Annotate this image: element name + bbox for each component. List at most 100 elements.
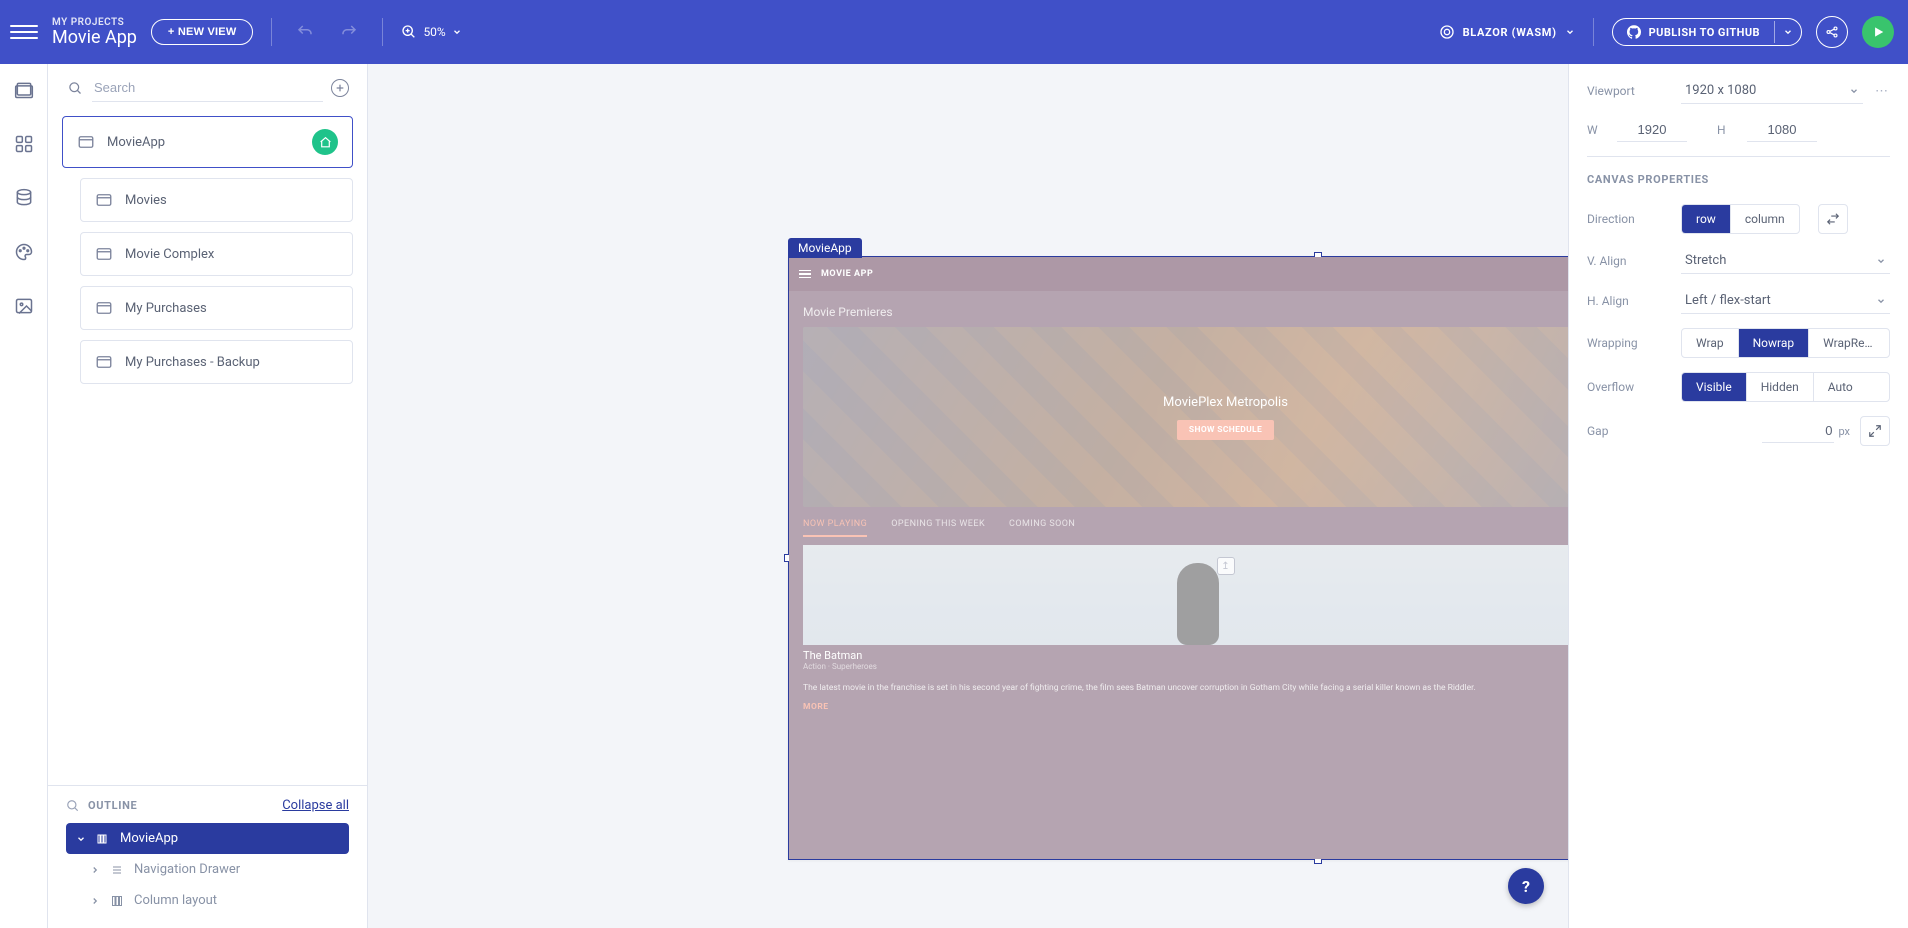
- drawer-icon: [110, 863, 124, 877]
- preview-tab-week: OPENING THIS WEEK: [891, 519, 985, 537]
- outline-node-root[interactable]: MovieApp: [66, 823, 349, 854]
- design-canvas[interactable]: MovieApp MOVIE APP ⌕ ♡ ☺: [368, 64, 1568, 928]
- preview-movie-image: [803, 545, 1568, 645]
- main-menu-button[interactable]: [10, 18, 38, 46]
- preview-content: MOVIE APP ⌕ ♡ ☺ Movie Premieres MoviePle…: [789, 257, 1568, 859]
- preview-movie-title: The Batman: [803, 649, 1568, 662]
- canvas-frame[interactable]: MOVIE APP ⌕ ♡ ☺ Movie Premieres MoviePle…: [788, 256, 1568, 860]
- chevron-down-icon: [76, 834, 86, 844]
- preview-hero: MoviePlex Metropolis SHOW SCHEDULE: [803, 327, 1568, 507]
- chevron-down-icon: [1876, 296, 1886, 306]
- valign-label: V. Align: [1587, 254, 1671, 268]
- preview-movie-desc: The latest movie in the franchise is set…: [803, 675, 1568, 701]
- direction-label: Direction: [1587, 212, 1671, 226]
- chevron-down-icon: [1849, 86, 1859, 96]
- more-icon[interactable]: ⋯: [1873, 84, 1890, 99]
- valign-value: Stretch: [1685, 253, 1726, 268]
- tool-rail: [0, 64, 48, 928]
- overflow-visible-option[interactable]: Visible: [1682, 373, 1746, 401]
- project-name[interactable]: Movie App: [52, 28, 137, 48]
- outline-node-label: MovieApp: [120, 831, 178, 846]
- rail-theme-button[interactable]: [12, 240, 36, 264]
- nowrap-option[interactable]: Nowrap: [1738, 329, 1809, 357]
- viewport-value: 1920 x 1080: [1685, 83, 1756, 98]
- view-item-my-purchases-backup[interactable]: My Purchases - Backup: [80, 340, 353, 384]
- halign-select[interactable]: Left / flex-start: [1681, 288, 1890, 314]
- undo-button[interactable]: [290, 17, 320, 47]
- rail-data-button[interactable]: [12, 186, 36, 210]
- view-item-movieapp[interactable]: MovieApp: [62, 116, 353, 168]
- preview-tab-soon: COMING SOON: [1009, 519, 1075, 537]
- zoom-in-icon: [401, 24, 417, 40]
- direction-row-option[interactable]: row: [1682, 205, 1730, 233]
- outline-node-column[interactable]: Column layout: [66, 885, 349, 916]
- zoom-value: 50%: [423, 25, 445, 39]
- home-icon: [319, 136, 332, 149]
- outline-node-label: Navigation Drawer: [134, 862, 240, 877]
- publish-button-group: PUBLISH TO GITHUB: [1612, 18, 1802, 46]
- view-label: My Purchases - Backup: [125, 355, 260, 370]
- chevron-down-icon: [452, 27, 462, 37]
- swap-icon: [1826, 212, 1840, 226]
- search-icon: [66, 79, 84, 97]
- gap-input[interactable]: [1762, 419, 1834, 443]
- search-input[interactable]: [92, 74, 323, 102]
- share-button[interactable]: [1816, 16, 1848, 48]
- selection-badge: MovieApp: [788, 238, 862, 258]
- publish-label: PUBLISH TO GITHUB: [1649, 26, 1760, 39]
- add-view-button[interactable]: [331, 79, 349, 97]
- redo-button[interactable]: [334, 17, 364, 47]
- rail-components-button[interactable]: [12, 132, 36, 156]
- outline-node-label: Column layout: [134, 893, 217, 908]
- new-view-button[interactable]: + NEW VIEW: [151, 19, 254, 45]
- view-item-movie-complex[interactable]: Movie Complex: [80, 232, 353, 276]
- outline-node-navdrawer[interactable]: Navigation Drawer: [66, 854, 349, 885]
- halign-value: Left / flex-start: [1685, 293, 1771, 308]
- view-icon: [95, 191, 113, 209]
- expand-icon: [1868, 424, 1882, 438]
- chevron-right-icon: [90, 896, 100, 906]
- height-input[interactable]: [1747, 118, 1817, 142]
- publish-dropdown-button[interactable]: [1774, 21, 1801, 43]
- view-item-movies[interactable]: Movies: [80, 178, 353, 222]
- upload-image-icon: ↥: [1217, 557, 1235, 575]
- left-panel: MovieApp Movies Movie Complex My Purchas…: [48, 64, 368, 928]
- viewport-select[interactable]: 1920 x 1080: [1681, 78, 1863, 104]
- preview-tab-now: NOW PLAYING: [803, 519, 867, 537]
- search-icon: [66, 799, 80, 813]
- views-icon: [14, 80, 34, 100]
- rail-views-button[interactable]: [12, 78, 36, 102]
- wrap-option[interactable]: Wrap: [1682, 329, 1738, 357]
- platform-dropdown[interactable]: BLAZOR (WASM): [1439, 24, 1575, 40]
- swap-axis-button[interactable]: [1818, 204, 1848, 234]
- canvas-props-heading: CANVAS PROPERTIES: [1587, 173, 1890, 186]
- view-item-my-purchases[interactable]: My Purchases: [80, 286, 353, 330]
- properties-panel: Viewport 1920 x 1080 ⋯ W H CANVAS PROPER…: [1568, 64, 1908, 928]
- halign-label: H. Align: [1587, 294, 1671, 308]
- preview-hero-title: MoviePlex Metropolis: [1163, 395, 1288, 410]
- help-button[interactable]: ?: [1508, 868, 1544, 904]
- preview-more-link: MORE: [803, 702, 829, 712]
- view-label: MovieApp: [107, 135, 165, 150]
- gap-unit: px: [1838, 425, 1850, 438]
- rail-assets-button[interactable]: [12, 294, 36, 318]
- play-icon: [1871, 25, 1885, 39]
- image-icon: [14, 296, 34, 316]
- toolbar-separator: [382, 18, 383, 46]
- database-icon: [14, 188, 34, 208]
- valign-select[interactable]: Stretch: [1681, 248, 1890, 274]
- publish-button[interactable]: PUBLISH TO GITHUB: [1613, 19, 1774, 45]
- link-gap-button[interactable]: [1860, 416, 1890, 446]
- width-input[interactable]: [1617, 118, 1687, 142]
- zoom-control[interactable]: 50%: [401, 24, 461, 40]
- overflow-auto-option[interactable]: Auto: [1813, 373, 1867, 401]
- blazor-icon: [1439, 24, 1455, 40]
- collapse-all-link[interactable]: Collapse all: [282, 798, 349, 813]
- top-bar: MY PROJECTS Movie App + NEW VIEW 50% BLA…: [0, 0, 1908, 64]
- wraprev-option[interactable]: WrapRe…: [1808, 329, 1886, 357]
- view-icon: [95, 299, 113, 317]
- run-preview-button[interactable]: [1862, 16, 1894, 48]
- direction-column-option[interactable]: column: [1730, 205, 1799, 233]
- view-icon: [95, 353, 113, 371]
- overflow-hidden-option[interactable]: Hidden: [1746, 373, 1813, 401]
